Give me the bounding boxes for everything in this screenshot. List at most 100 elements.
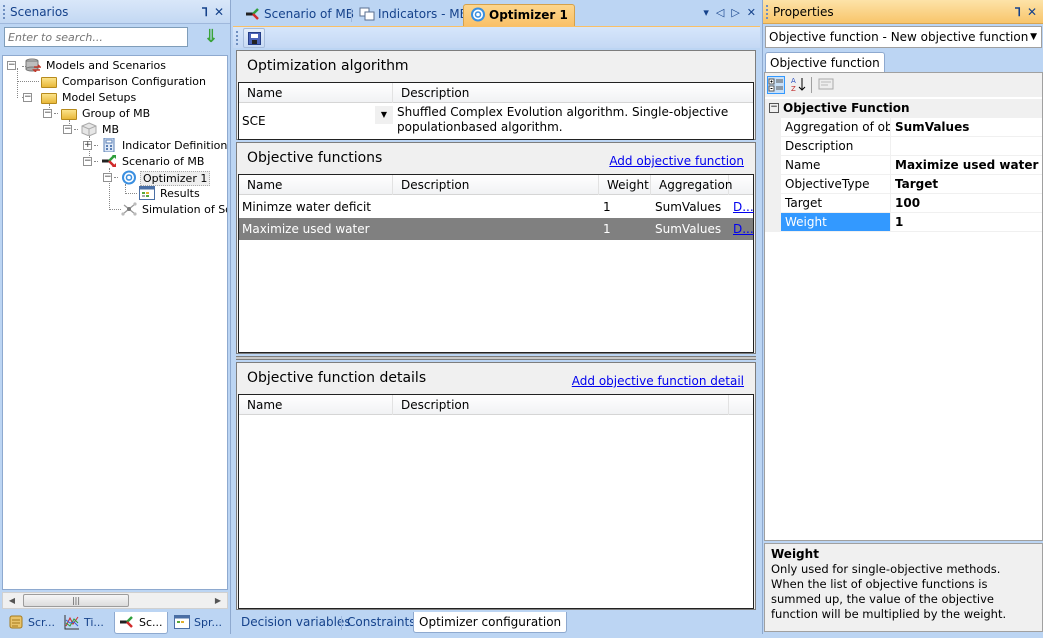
grip-icon[interactable] (766, 5, 768, 19)
property-row-name[interactable]: Name Maximize used water (765, 156, 1042, 175)
property-value[interactable]: 100 (895, 194, 920, 213)
tab-scroll-right-icon[interactable]: ▷ (731, 6, 739, 19)
down-arrow-icon[interactable]: ⇓ (202, 27, 220, 47)
tab-optimizer-configuration[interactable]: Optimizer configuration (413, 612, 568, 633)
tree-item-simulation[interactable]: Simulation of Scer (121, 202, 227, 218)
property-row-description[interactable]: Description (765, 137, 1042, 156)
property-row-aggregation[interactable]: Aggregation of objeSumValues (765, 118, 1042, 137)
tree-item-label: MB (102, 123, 120, 136)
scroll-left-icon[interactable]: ◀ (5, 594, 19, 608)
toolbar-grip (236, 31, 238, 45)
tab-spreadsheets[interactable]: Spr... (170, 612, 226, 634)
collapse-icon[interactable]: − (63, 125, 72, 134)
search-row: ⇓ (0, 24, 230, 54)
property-value[interactable]: Maximize used water (895, 156, 1038, 175)
property-name: Aggregation of obje (781, 118, 891, 136)
tab-scripts[interactable]: Scr... (4, 612, 59, 634)
tab-time-series[interactable]: Ti... (60, 612, 108, 634)
collapse-icon[interactable]: − (103, 173, 112, 182)
property-row-weight[interactable]: Weight 1 (765, 213, 1042, 232)
doc-tab-indicators-mb[interactable]: Indicators - MB (353, 4, 474, 26)
scroll-right-icon[interactable]: ▶ (211, 594, 225, 608)
tree-horizontal-scrollbar[interactable]: ◀ ||| ▶ (2, 592, 228, 609)
tree-item-models-and-scenarios[interactable]: − Models and Scenarios (7, 58, 168, 74)
scenarios-panel: Scenarios 𝈫 ✕ ⇓ − Models and Scenarios (0, 0, 231, 634)
objective-function-row-selected[interactable]: Maximize used water 1 SumValues D... (239, 218, 754, 240)
close-icon[interactable]: ✕ (214, 5, 224, 19)
property-row-objective-type[interactable]: ObjectiveType Target (765, 175, 1042, 194)
doc-tab-scenario-of-mb[interactable]: Scenario of MB (239, 4, 360, 26)
property-value[interactable]: Target (895, 175, 938, 194)
grid-header: Name Description (239, 83, 753, 103)
tree-item-scenario-of-mb[interactable]: − Scenario of MB (83, 154, 206, 170)
close-document-icon[interactable]: ✕ (747, 6, 756, 19)
tree-item-comparison-configuration[interactable]: Comparison Configuration (41, 74, 208, 90)
optimizer-configuration-view: Optimization algorithm Name Description … (235, 48, 758, 611)
cell-aggregation: SumValues (655, 200, 722, 214)
collapse-icon[interactable]: − (23, 93, 32, 102)
tree-item-indicator-definitions[interactable]: + Indicator Definitions (83, 137, 227, 154)
scrollbar-thumb[interactable]: ||| (23, 594, 129, 607)
column-header-name[interactable]: Name (239, 175, 393, 195)
category-objective-function[interactable]: − Objective Function (765, 99, 1042, 118)
details-link[interactable]: D... (733, 218, 754, 240)
tree-item-group-of-mb[interactable]: − Group of MB (43, 106, 152, 122)
tree-item-model-setups[interactable]: − Model Setups (23, 90, 138, 106)
doc-tab-optimizer-1[interactable]: Optimizer 1 (463, 4, 575, 26)
tab-scenarios[interactable]: Sc... (114, 612, 168, 634)
column-header-weight[interactable]: Weight (599, 175, 651, 195)
save-button[interactable] (243, 28, 265, 48)
details-link[interactable]: D... (733, 196, 754, 218)
property-grid: AZ − Objective Function Aggregation of o… (764, 72, 1043, 541)
property-value[interactable]: SumValues (895, 118, 969, 137)
search-input[interactable] (4, 27, 188, 47)
tab-constraints[interactable]: Constraints (342, 612, 420, 633)
column-header-name[interactable]: Name (239, 83, 393, 103)
property-grid-toolbar: AZ (765, 73, 1042, 97)
column-header-description[interactable]: Description (393, 175, 599, 195)
property-name: Name (781, 156, 891, 174)
chevron-down-icon: ▼ (1030, 32, 1037, 42)
categorized-icon[interactable] (767, 76, 785, 94)
pin-icon[interactable]: 𝈫 (202, 5, 208, 19)
column-header-aggregation[interactable]: Aggregation (651, 175, 732, 195)
tree-item-optimizer-1[interactable]: − Optimizer 1 (103, 170, 211, 186)
collapse-icon[interactable]: − (769, 103, 779, 113)
pin-icon[interactable]: 𝈫 (1015, 5, 1021, 19)
algorithm-name[interactable]: SCE (242, 114, 266, 128)
optimization-algorithm-section: Optimization algorithm Name Description … (236, 50, 756, 140)
tab-list-dropdown-icon[interactable]: ▾ (703, 6, 709, 19)
section-splitter[interactable] (236, 356, 756, 360)
column-header-name[interactable]: Name (239, 395, 393, 415)
algorithm-row[interactable]: SCE ▼ Shuffled Complex Evolution algorit… (239, 104, 753, 139)
tab-decision-variables[interactable]: Decision variables (236, 612, 356, 633)
close-icon[interactable]: ✕ (1027, 5, 1037, 19)
tab-objective-function[interactable]: Objective function (765, 52, 885, 73)
property-row-target[interactable]: Target 100 (765, 194, 1042, 213)
add-objective-function-detail-link[interactable]: Add objective function detail (572, 374, 744, 388)
tree-item-results[interactable]: Results (139, 186, 202, 202)
results-grid-icon (139, 186, 155, 200)
section-title: Objective functions (247, 150, 383, 166)
tab-scroll-left-icon[interactable]: ◁ (716, 6, 724, 19)
property-pages-icon[interactable] (817, 76, 835, 94)
property-value[interactable]: 1 (895, 213, 903, 232)
collapse-icon[interactable]: − (83, 157, 92, 166)
grid-header: Name Description Weight Aggregation (239, 175, 753, 195)
left-panel-bottom-tabs: Scr... Ti... Sc... Spr... (0, 612, 231, 634)
column-header-description[interactable]: Description (393, 395, 729, 415)
cell-name: Minimze water deficit (242, 200, 372, 214)
tree-item-mb[interactable]: − MB (63, 122, 121, 138)
grip-icon[interactable] (3, 5, 5, 19)
collapse-icon[interactable]: − (7, 61, 16, 70)
tree-item-label: Comparison Configuration (62, 75, 206, 88)
sort-az-icon[interactable]: AZ (789, 76, 807, 94)
expand-icon[interactable]: + (83, 141, 92, 150)
objective-function-row[interactable]: Minimze water deficit 1 SumValues D... (239, 196, 754, 218)
cell-weight: 1 (603, 222, 611, 236)
algorithm-dropdown-icon[interactable]: ▼ (375, 106, 393, 124)
add-objective-function-link[interactable]: Add objective function (609, 154, 744, 168)
object-selector-dropdown[interactable]: Objective function - New objective funct… (765, 26, 1042, 48)
collapse-icon[interactable]: − (43, 109, 52, 118)
column-header-description[interactable]: Description (393, 83, 753, 103)
